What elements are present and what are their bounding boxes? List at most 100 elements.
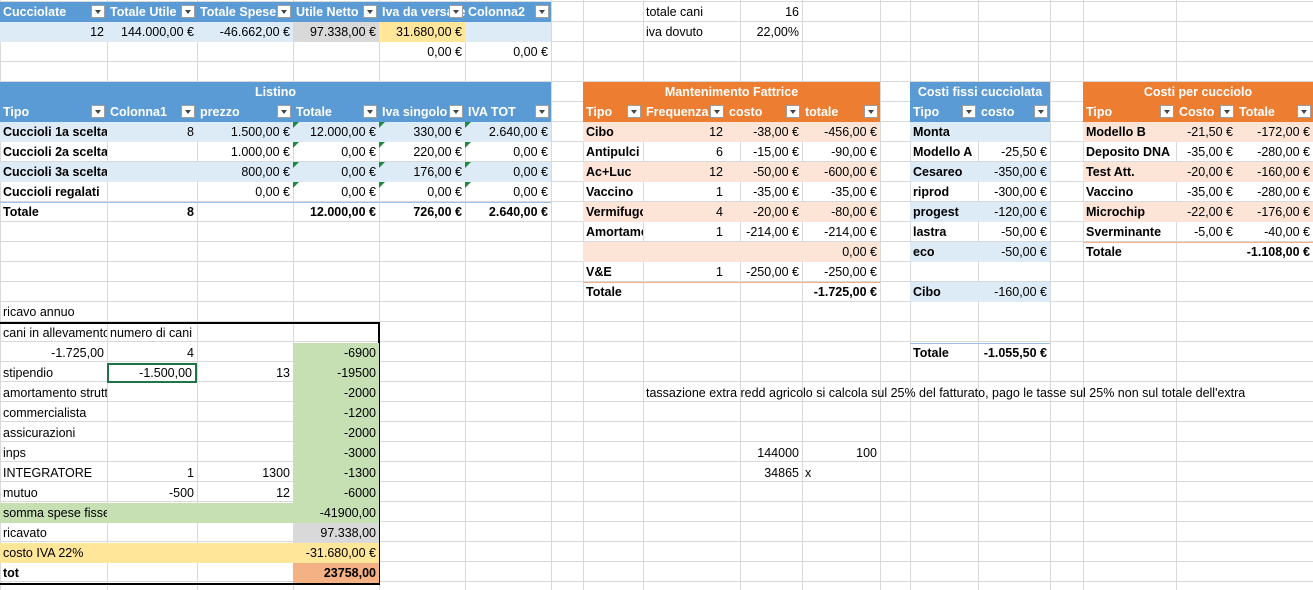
ricavo-r8-c1[interactable]: [107, 503, 197, 523]
cf-r7-c1[interactable]: [978, 262, 1050, 282]
listino-r0-c3[interactable]: 12.000,00 €: [293, 122, 379, 142]
top-cell-1[interactable]: 144.000,00 €: [107, 22, 197, 42]
ricavo-r6-c3[interactable]: -1300: [293, 463, 379, 483]
mant-r0-c2[interactable]: -38,00 €: [726, 122, 802, 142]
mant-r0-c1[interactable]: 12: [643, 122, 726, 142]
ricavo-r1-c0[interactable]: stipendio: [0, 363, 107, 383]
cc-r4-c0[interactable]: Microchip: [1083, 202, 1176, 222]
cc-r3-c0[interactable]: Vaccino: [1083, 182, 1176, 202]
cc-r2-c2[interactable]: -160,00 €: [1236, 162, 1313, 182]
totale-cani-value[interactable]: 16: [740, 2, 802, 22]
ricavo-r0-c0[interactable]: -1.725,00: [0, 343, 107, 363]
listino-r0-c5[interactable]: 2.640,00 €: [465, 122, 551, 142]
mant-r4-c3[interactable]: -80,00 €: [802, 202, 880, 222]
cf-r8-c0[interactable]: Cibo: [910, 282, 978, 302]
prop-a[interactable]: 144000: [740, 443, 802, 463]
mant-header-2[interactable]: costo: [726, 102, 802, 122]
mant-r2-c0[interactable]: Ac+Luc: [583, 162, 643, 182]
ricavo-r2-c1[interactable]: [107, 383, 197, 403]
mant-r5-c0[interactable]: Amortamento: [583, 222, 643, 242]
mant-r4-c2[interactable]: -20,00 €: [726, 202, 802, 222]
listino-r2-c1[interactable]: [107, 162, 197, 182]
cf-r2-c1[interactable]: -350,00 €: [978, 162, 1050, 182]
mant-r7-c1[interactable]: 1: [643, 262, 726, 282]
top-extra-0[interactable]: 0,00 €: [379, 42, 465, 62]
ricavo-r10-c3[interactable]: -31.680,00 €: [293, 543, 379, 563]
mant-r6-c3[interactable]: 0,00 €: [802, 242, 880, 262]
ricavo-r4-c1[interactable]: [107, 423, 197, 443]
cf-r1-c0[interactable]: Modello A: [910, 142, 978, 162]
cf-header-0[interactable]: Tipo: [910, 102, 978, 122]
filter-dropdown-icon[interactable]: [786, 105, 800, 118]
filter-dropdown-icon[interactable]: [1220, 105, 1234, 118]
top-header-3[interactable]: Utile Netto: [293, 2, 379, 22]
listino-r1-c4[interactable]: 220,00 €: [379, 142, 465, 162]
mant-header-0[interactable]: Tipo: [583, 102, 643, 122]
ricavo-r3-c0[interactable]: commercialista: [0, 403, 107, 423]
cf-header-1[interactable]: costo: [978, 102, 1050, 122]
ricavo-r9-c2[interactable]: [197, 523, 293, 543]
ricavo-title[interactable]: ricavo annuo: [0, 302, 197, 322]
mant-r4-c0[interactable]: Vermifugo: [583, 202, 643, 222]
listino-header-0[interactable]: Tipo: [0, 102, 107, 122]
mant-r7-c2[interactable]: -250,00 €: [726, 262, 802, 282]
listino-header-2[interactable]: prezzo: [197, 102, 293, 122]
ricavo-r10-c1[interactable]: [107, 543, 197, 563]
cf-r6-c0[interactable]: eco: [910, 242, 978, 262]
mant-r5-c1[interactable]: 1: [643, 222, 726, 242]
cc-total-2[interactable]: -1.108,00 €: [1236, 242, 1313, 262]
mant-r5-c2[interactable]: -214,00 €: [726, 222, 802, 242]
cc-r1-c0[interactable]: Deposito DNA: [1083, 142, 1176, 162]
cf-r5-c1[interactable]: -50,00 €: [978, 222, 1050, 242]
ricavo-r11-c2[interactable]: [197, 563, 293, 583]
listino-r1-c1[interactable]: [107, 142, 197, 162]
ricavo-r2-c2[interactable]: [197, 383, 293, 403]
ricavo-r0-c1[interactable]: 4: [107, 343, 197, 363]
ricavo-r8-c3[interactable]: -41900,00: [293, 503, 379, 523]
cc-r4-c1[interactable]: -22,00 €: [1176, 202, 1236, 222]
cf-r0-c0[interactable]: Monta: [910, 122, 978, 142]
costi-fissi-title[interactable]: Costi fissi cucciolata: [910, 82, 1050, 102]
cc-total-0[interactable]: Totale: [1083, 242, 1176, 262]
listino-r3-c5[interactable]: 0,00 €: [465, 182, 551, 202]
cc-r5-c1[interactable]: -5,00 €: [1176, 222, 1236, 242]
listino-header-3[interactable]: Totale: [293, 102, 379, 122]
cf-r0-c1[interactable]: [978, 122, 1050, 142]
mant-header-3[interactable]: totale: [802, 102, 880, 122]
mant-r4-c1[interactable]: 4: [643, 202, 726, 222]
totale-cani-label[interactable]: totale cani: [643, 2, 743, 22]
cf-r4-c0[interactable]: progest: [910, 202, 978, 222]
ricavo-r3-c1[interactable]: [107, 403, 197, 423]
iva-label[interactable]: iva dovuto: [643, 22, 743, 42]
cf-total-0[interactable]: Totale: [910, 343, 978, 363]
ricavo-r11-c0[interactable]: tot: [0, 563, 107, 583]
filter-dropdown-icon[interactable]: [449, 5, 463, 18]
ricavo-r7-c1[interactable]: -500: [107, 483, 197, 503]
iva-value[interactable]: 22,00%: [740, 22, 802, 42]
top-extra-1[interactable]: 0,00 €: [465, 42, 551, 62]
ricavo-r5-c3[interactable]: -3000: [293, 443, 379, 463]
ricavo-r11-c3[interactable]: 23758,00: [293, 563, 379, 583]
mant-r6-c0[interactable]: [583, 242, 643, 262]
listino-r2-c2[interactable]: 800,00 €: [197, 162, 293, 182]
ricavo-r4-c2[interactable]: [197, 423, 293, 443]
listino-r3-c1[interactable]: [107, 182, 197, 202]
mant-r6-c1[interactable]: [643, 242, 726, 262]
listino-r0-c2[interactable]: 1.500,00 €: [197, 122, 293, 142]
cc-r0-c1[interactable]: -21,50 €: [1176, 122, 1236, 142]
mant-r1-c3[interactable]: -90,00 €: [802, 142, 880, 162]
top-header-1[interactable]: Totale Utile: [107, 2, 197, 22]
listino-r2-c4[interactable]: 176,00 €: [379, 162, 465, 182]
listino-r0-c0[interactable]: Cuccioli 1a scelta: [0, 122, 107, 142]
prop-b[interactable]: 100: [802, 443, 880, 463]
top-cell-0[interactable]: 12: [0, 22, 107, 42]
mant-total-1[interactable]: [643, 282, 726, 302]
ricavo-r1-c1[interactable]: -1.500,00: [107, 363, 197, 383]
ricavo-r5-c0[interactable]: inps: [0, 443, 107, 463]
listino-r3-c2[interactable]: 0,00 €: [197, 182, 293, 202]
ricavo-r11-c1[interactable]: [107, 563, 197, 583]
cc-header-0[interactable]: Tipo: [1083, 102, 1176, 122]
top-header-2[interactable]: Totale Spese: [197, 2, 293, 22]
mant-r7-c0[interactable]: V&E: [583, 262, 643, 282]
ricavo-r6-c0[interactable]: INTEGRATORE: [0, 463, 107, 483]
